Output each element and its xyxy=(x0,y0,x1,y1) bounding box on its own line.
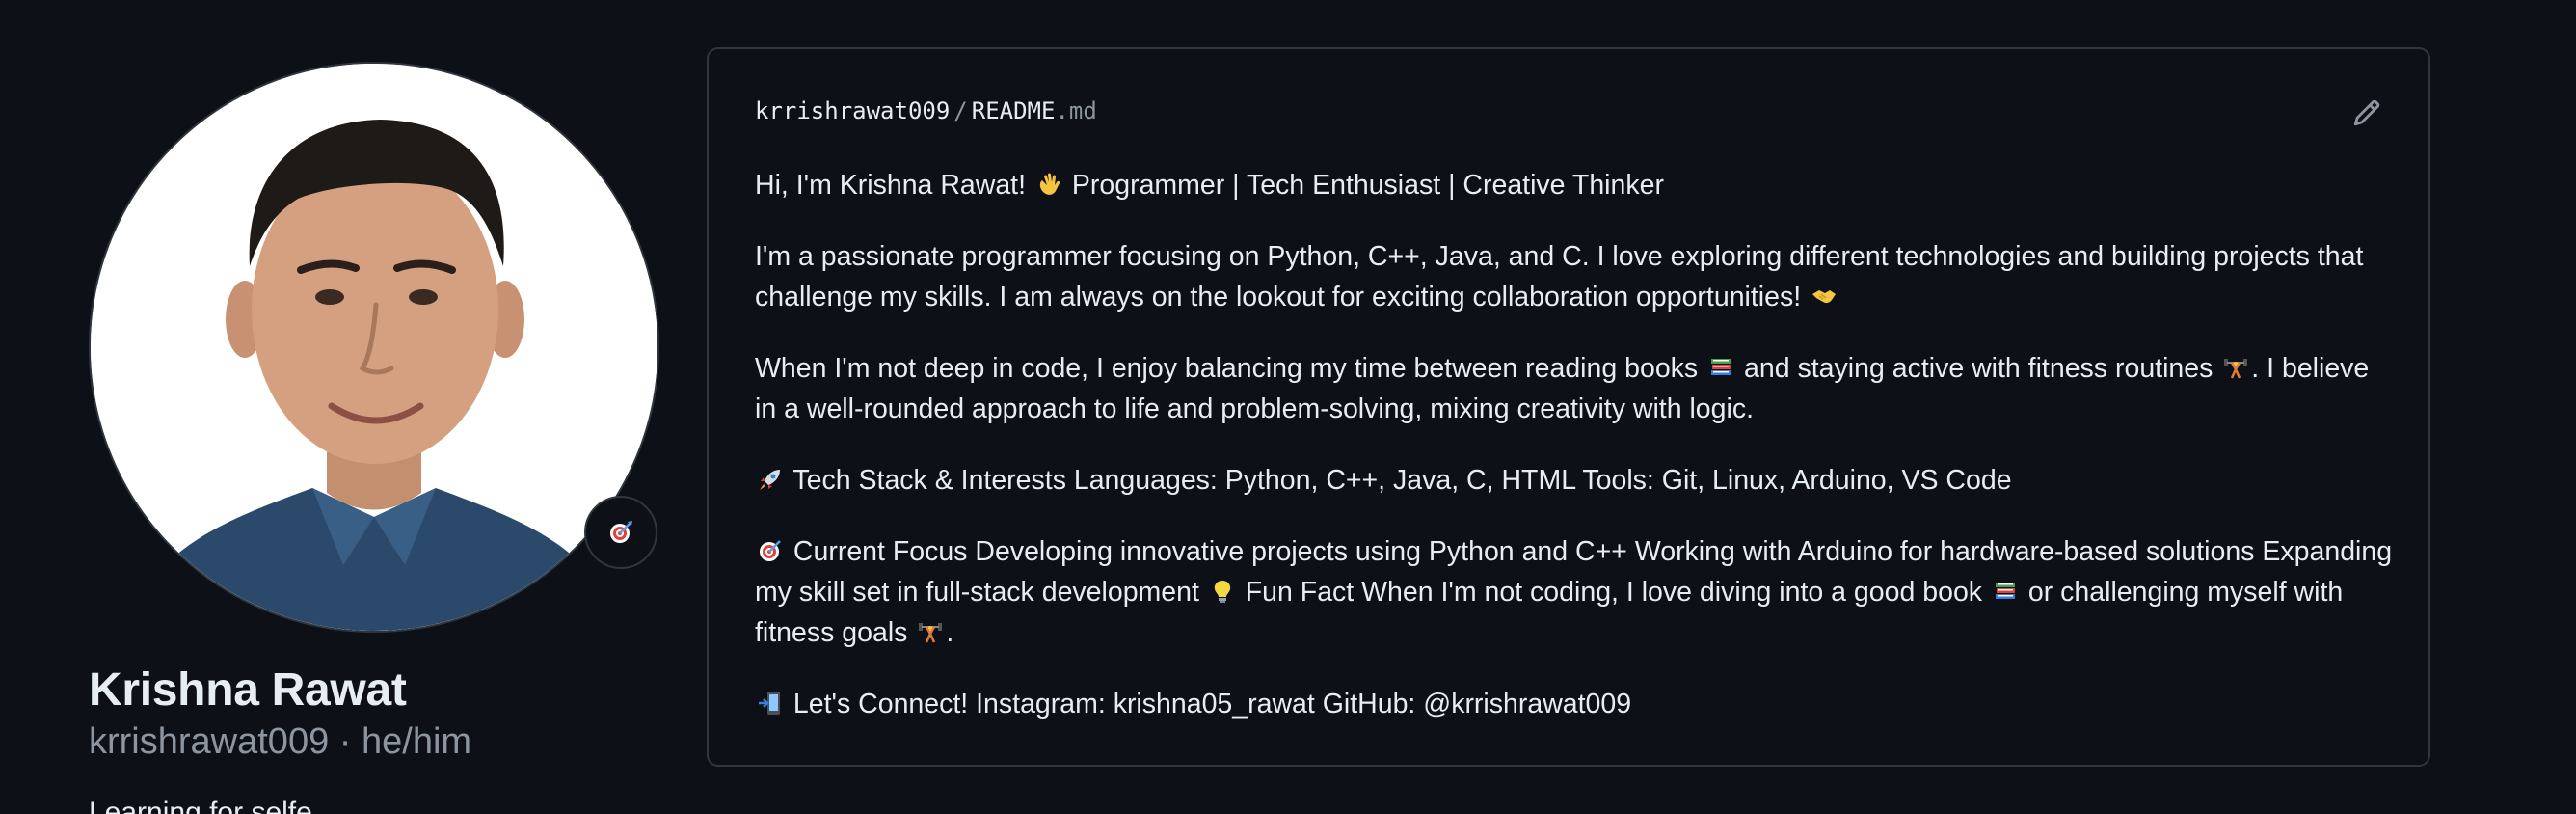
readme-connect: Let's Connect! Instagram: krishna05_rawa… xyxy=(755,684,2394,724)
focus-text-4: . xyxy=(946,617,954,648)
pencil-icon xyxy=(2353,99,2380,126)
readme-card: krrishrawat009/README.md Hi, I'm Krishna… xyxy=(707,47,2430,767)
weightlifter-icon xyxy=(919,623,943,643)
readme-focus: Current Focus Developing innovative proj… xyxy=(755,531,2394,653)
profile-pronouns: he/him xyxy=(362,721,472,762)
readme-hobbies: When I'm not deep in code, I enjoy balan… xyxy=(755,348,2394,429)
profile-page: Krishna Rawat krrishrawat009 · he/him Le… xyxy=(0,0,2576,814)
avatar[interactable] xyxy=(89,62,659,633)
connect-text: Let's Connect! Instagram: krishna05_rawa… xyxy=(786,689,1632,719)
intro-text-end: Programmer | Tech Enthusiast | Creative … xyxy=(1063,170,1664,201)
hobbies-text-1: When I'm not deep in code, I enjoy balan… xyxy=(755,353,1706,384)
profile-username: krrishrawat009 xyxy=(89,721,330,762)
profile-name: Krishna Rawat xyxy=(89,665,407,716)
readme-tech-stack: Tech Stack & Interests Languages: Python… xyxy=(755,460,2394,501)
readme-owner-link[interactable]: krrishrawat009 xyxy=(755,97,950,124)
about-text: I'm a passionate programmer focusing on … xyxy=(755,241,2364,312)
readme-breadcrumb: krrishrawat009/README.md xyxy=(755,97,1097,124)
books-icon xyxy=(1711,359,1731,375)
profile-bio: Learning for selfe xyxy=(89,797,312,814)
tech-stack-text: Tech Stack & Interests Languages: Python… xyxy=(786,465,2012,496)
readme-intro: Hi, I'm Krishna Rawat! Programmer | Tech… xyxy=(755,165,2394,205)
readme-file-name[interactable]: README xyxy=(972,97,1056,124)
weightlifter-icon xyxy=(2224,359,2248,379)
rocket-icon xyxy=(760,470,780,490)
light-bulb-icon xyxy=(1214,581,1231,603)
username-separator: · xyxy=(329,721,362,762)
focus-text-2: Fun Fact When I'm not coding, I love div… xyxy=(1237,577,1990,608)
avatar-container xyxy=(89,62,659,633)
books-icon xyxy=(1995,583,2015,599)
status-badge[interactable] xyxy=(584,496,657,569)
waving-hand-icon xyxy=(1039,173,1060,195)
profile-username-line: krrishrawat009 · he/him xyxy=(89,721,471,763)
dart-icon xyxy=(610,521,632,543)
profile-sidebar: Krishna Rawat krrishrawat009 · he/him Le… xyxy=(89,0,667,814)
readme-file-ext: .md xyxy=(1055,97,1097,124)
intro-text-start: Hi, I'm Krishna Rawat! xyxy=(755,170,1033,201)
mobile-arrow-icon xyxy=(759,692,780,715)
readme-about: I'm a passionate programmer focusing on … xyxy=(755,236,2394,317)
breadcrumb-separator: / xyxy=(953,97,968,124)
hobbies-text-2: and staying active with fitness routines xyxy=(1736,353,2221,384)
edit-readme-button[interactable] xyxy=(2348,94,2386,132)
handshake-icon xyxy=(1812,290,1837,304)
avatar-photo xyxy=(91,64,657,631)
readme-content: Hi, I'm Krishna Rawat! Programmer | Tech… xyxy=(755,165,2394,755)
dart-icon xyxy=(760,540,781,561)
